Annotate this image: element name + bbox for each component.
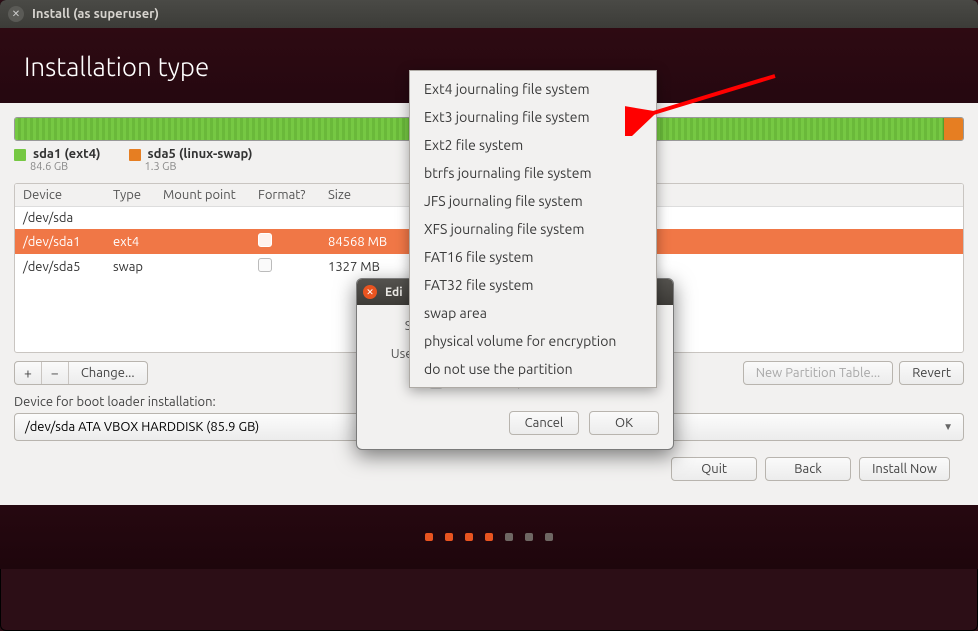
fs-option-ext3[interactable]: Ext3 journaling file system bbox=[410, 103, 656, 131]
format-checkbox[interactable] bbox=[258, 258, 272, 272]
cell-mount bbox=[155, 207, 250, 230]
legend-swatch bbox=[14, 149, 26, 161]
fs-option-fat16[interactable]: FAT16 file system bbox=[410, 243, 656, 271]
cell-mount bbox=[155, 229, 250, 254]
partition-segment-sda5 bbox=[944, 118, 963, 140]
fs-option-ext2[interactable]: Ext2 file system bbox=[410, 131, 656, 159]
legend-name: sda1 (ext4) bbox=[33, 147, 101, 161]
col-mount[interactable]: Mount point bbox=[155, 184, 250, 207]
cell-size bbox=[320, 207, 410, 230]
step-dot bbox=[525, 533, 533, 541]
cell-format[interactable] bbox=[250, 229, 320, 254]
window-titlebar: ✕ Install (as superuser) bbox=[0, 0, 978, 28]
fs-option-donotuse[interactable]: do not use the partition bbox=[410, 355, 656, 383]
step-dot bbox=[425, 533, 433, 541]
step-dot bbox=[445, 533, 453, 541]
cell-device: /dev/sda1 bbox=[15, 229, 105, 254]
cell-type: swap bbox=[105, 254, 155, 279]
back-button[interactable]: Back bbox=[765, 457, 851, 481]
col-type[interactable]: Type bbox=[105, 184, 155, 207]
step-dot bbox=[485, 533, 493, 541]
filesystem-select-menu[interactable]: Ext4 journaling file system Ext3 journal… bbox=[409, 70, 657, 388]
dialog-title: Edi bbox=[385, 286, 403, 299]
add-partition-button[interactable]: + bbox=[15, 362, 42, 384]
install-now-button[interactable]: Install Now bbox=[859, 457, 950, 481]
step-dot bbox=[465, 533, 473, 541]
revert-button[interactable]: Revert bbox=[899, 361, 964, 385]
fs-option-encryption[interactable]: physical volume for encryption bbox=[410, 327, 656, 355]
fs-option-ext4[interactable]: Ext4 journaling file system bbox=[410, 75, 656, 103]
legend-item-sda1: sda1 (ext4) 84.6 GB bbox=[14, 147, 101, 173]
fs-option-btrfs[interactable]: btrfs journaling file system bbox=[410, 159, 656, 187]
partition-tool-group: + − Change... bbox=[14, 361, 148, 385]
fs-option-fat32[interactable]: FAT32 file system bbox=[410, 271, 656, 299]
cell-size: 1327 MB bbox=[320, 254, 410, 279]
new-partition-table-button[interactable]: New Partition Table... bbox=[743, 361, 894, 385]
step-dot bbox=[505, 533, 513, 541]
cell-size: 84568 MB bbox=[320, 229, 410, 254]
col-size[interactable]: Size bbox=[320, 184, 410, 207]
step-dot bbox=[545, 533, 553, 541]
chevron-down-icon: ▼ bbox=[943, 421, 953, 433]
legend-swatch bbox=[129, 149, 141, 161]
bootloader-device-value: /dev/sda ATA VBOX HARDDISK (85.9 GB) bbox=[25, 420, 259, 434]
col-format[interactable]: Format? bbox=[250, 184, 320, 207]
format-checkbox[interactable] bbox=[258, 233, 272, 247]
cell-device: /dev/sda bbox=[15, 207, 105, 230]
fs-option-swap[interactable]: swap area bbox=[410, 299, 656, 327]
legend-item-sda5: sda5 (linux-swap) 1.3 GB bbox=[129, 147, 253, 173]
cell-device: /dev/sda5 bbox=[15, 254, 105, 279]
fs-option-jfs[interactable]: JFS journaling file system bbox=[410, 187, 656, 215]
quit-button[interactable]: Quit bbox=[671, 457, 757, 481]
window-close-button[interactable]: ✕ bbox=[8, 6, 24, 22]
cell-mount bbox=[155, 254, 250, 279]
dialog-cancel-button[interactable]: Cancel bbox=[509, 411, 579, 435]
legend-size: 1.3 GB bbox=[145, 161, 253, 173]
cell-type bbox=[105, 207, 155, 230]
dialog-ok-button[interactable]: OK bbox=[589, 411, 659, 435]
legend-size: 84.6 GB bbox=[30, 161, 101, 173]
fs-option-xfs[interactable]: XFS journaling file system bbox=[410, 215, 656, 243]
window-title: Install (as superuser) bbox=[32, 7, 159, 21]
progress-dots bbox=[0, 505, 978, 569]
change-partition-button[interactable]: Change... bbox=[69, 362, 147, 384]
cell-type: ext4 bbox=[105, 229, 155, 254]
cell-format bbox=[250, 207, 320, 230]
cell-format[interactable] bbox=[250, 254, 320, 279]
dialog-close-button[interactable]: ✕ bbox=[363, 285, 377, 299]
col-device[interactable]: Device bbox=[15, 184, 105, 207]
remove-partition-button[interactable]: − bbox=[42, 362, 69, 384]
legend-name: sda5 (linux-swap) bbox=[148, 147, 253, 161]
